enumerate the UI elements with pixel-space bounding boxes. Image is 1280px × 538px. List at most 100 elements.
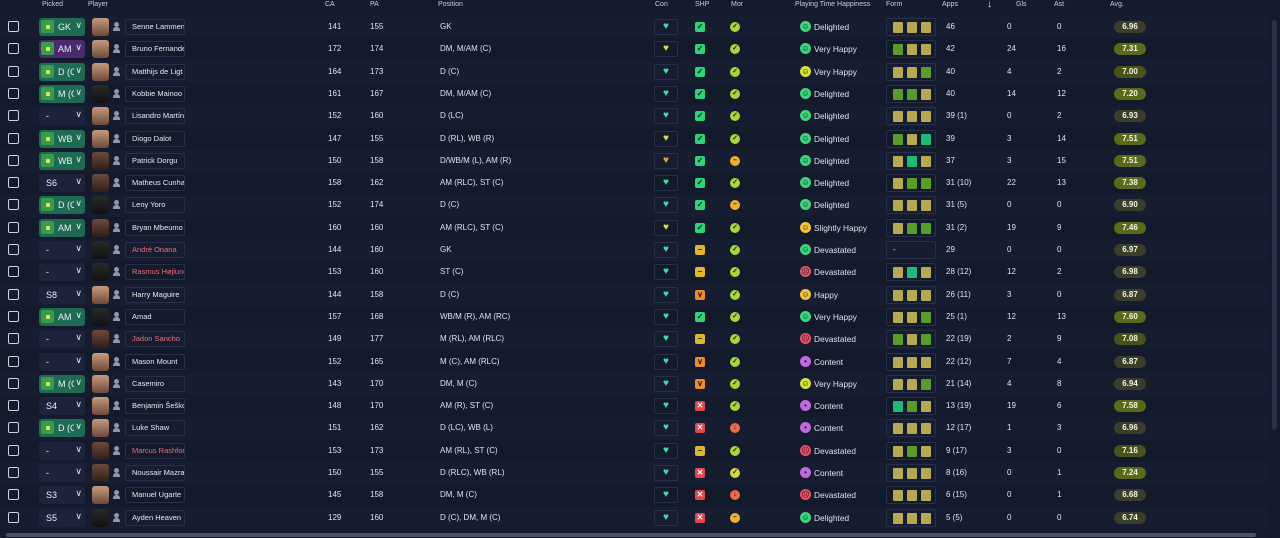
col-ast-header[interactable]: Ast [1054, 0, 1064, 9]
chevron-down-icon[interactable]: ∨ [75, 444, 82, 455]
player-name[interactable]: André Onana [125, 242, 185, 258]
table-row[interactable]: -∨Noussair Mazraoui150155D (RLC), WB (RL… [0, 462, 1268, 485]
player-name[interactable]: Marcus Rashford [125, 442, 185, 459]
table-row[interactable]: WB ∨ Patrick Dorgu 150 158 D/WB/M (L), AM (R)… [0, 149, 1268, 173]
row-checkbox[interactable] [8, 177, 19, 189]
chevron-down-icon[interactable]: ∨ [75, 265, 82, 276]
chevron-down-icon[interactable]: ∨ [75, 421, 82, 432]
row-checkbox[interactable] [8, 310, 19, 322]
col-player-header[interactable]: Player [88, 0, 108, 9]
row-checkbox[interactable] [8, 467, 19, 478]
chevron-down-icon[interactable]: ∨ [75, 87, 82, 98]
player-name[interactable]: Harry Maguire [125, 286, 185, 303]
chevron-down-icon[interactable]: ∨ [75, 511, 82, 522]
chevron-down-icon[interactable]: ∨ [75, 377, 82, 388]
table-row[interactable]: S6 ∨ Matheus Cunha 158 162 AM (RLC), ST (C) ♥ ✓… [0, 172, 1268, 195]
picked-position-dropdown[interactable]: AM ∨ [39, 40, 85, 59]
chevron-down-icon[interactable]: ∨ [75, 399, 82, 410]
row-checkbox[interactable] [8, 288, 19, 300]
picked-position-dropdown[interactable]: D (C)∨ [39, 419, 85, 438]
chevron-down-icon[interactable]: ∨ [75, 109, 82, 120]
table-row[interactable]: D (C)∨ Luke Shaw 151 162 D (LC), WB (L) ♥ ✕ ↓ •C… [0, 417, 1268, 440]
table-row[interactable]: S8 ∨ Harry Maguire 144 158 D (C) ♥ ∨ ✓ ☺ Happy 26 (… [0, 283, 1268, 306]
picked-position-dropdown[interactable]: AM ∨ [39, 218, 85, 237]
table-row[interactable]: AM ∨ Amad 157 168 WB/M (R), AM (RC) ♥ ✓ ✓ ☺ Very H… [0, 305, 1268, 329]
col-playing-time-header[interactable]: Playing Time Happiness [795, 0, 870, 9]
col-gls-header[interactable]: Gls [1016, 0, 1027, 9]
picked-position-dropdown[interactable]: - ∨ [39, 263, 85, 282]
player-name[interactable]: Mason Mount [125, 353, 185, 370]
player-name[interactable]: Benjamin Šeško [125, 398, 185, 415]
player-name[interactable]: Matthijs de Ligt [125, 63, 185, 80]
picked-position-dropdown[interactable]: - ∨ [39, 330, 85, 349]
chevron-down-icon[interactable]: ∨ [75, 198, 82, 209]
picked-position-dropdown[interactable]: S4 ∨ [39, 397, 85, 416]
player-name[interactable]: Luke Shaw [125, 420, 185, 437]
chevron-down-icon[interactable]: ∨ [75, 332, 82, 343]
table-row[interactable]: S3 ∨ Manuel Ugarte 145 158 DM, M (C) ♥ ✕ ↓ ☹ Devas… [0, 484, 1268, 507]
player-name[interactable]: Bryan Mbeumo [125, 219, 185, 236]
player-name[interactable]: Amad [125, 308, 185, 325]
table-row[interactable]: S5 ∨ Ayden Heaven 129 160 D (C), DM, M (C) ♥ ✕ –… [0, 506, 1268, 529]
row-checkbox[interactable] [8, 244, 19, 255]
chevron-down-icon[interactable]: ∨ [75, 466, 82, 477]
table-row[interactable]: - ∨ Rasmus Højlund 153 160 ST (C) ♥ – ✓ ☹ Devastat… [0, 261, 1268, 284]
chevron-down-icon[interactable]: ∨ [75, 154, 82, 165]
picked-position-dropdown[interactable]: S8 ∨ [39, 285, 85, 304]
vertical-scroll-thumb[interactable] [1272, 20, 1277, 430]
picked-position-dropdown[interactable]: - ∨ [39, 107, 85, 126]
player-name[interactable]: Jadon Sancho [125, 331, 185, 348]
chevron-down-icon[interactable]: ∨ [75, 288, 82, 299]
row-checkbox[interactable] [8, 21, 19, 32]
row-checkbox[interactable] [8, 199, 19, 211]
row-checkbox[interactable] [8, 489, 19, 501]
row-checkbox[interactable] [8, 444, 19, 456]
table-row[interactable]: - ∨ Mason Mount 152 165 M (C), AM (RLC) ♥ ∨ ✓ • Co… [0, 350, 1268, 373]
row-checkbox[interactable] [8, 355, 19, 367]
table-row[interactable]: AM ∨ Bryan Mbeumo 160 160 AM (RLC), ST (C) ♥ ✓ ✓… [0, 216, 1268, 239]
picked-position-dropdown[interactable]: M (C)∨ [39, 374, 85, 393]
picked-position-dropdown[interactable]: - ∨ [39, 464, 85, 482]
player-name[interactable]: Senne Lammens [125, 19, 185, 35]
table-row[interactable]: M (C)∨Casemiro143170DM, M (C)♥∨✓☺Very Ha… [0, 372, 1268, 396]
row-checkbox[interactable] [8, 400, 19, 412]
col-mor-header[interactable]: Mor [731, 0, 743, 9]
player-name[interactable]: Patrick Dorgu [125, 152, 185, 169]
sort-down-arrow-icon[interactable]: ↓ [987, 0, 992, 10]
picked-position-dropdown[interactable]: GK ∨ [39, 18, 85, 36]
picked-position-dropdown[interactable]: M (C)∨ [39, 84, 85, 103]
player-name[interactable]: Casemiro [125, 375, 185, 392]
picked-position-dropdown[interactable]: D (C)∨ [39, 196, 85, 215]
table-row[interactable]: M (C)∨ Kobbie Mainoo 161 167 DM, M/AM (C) ♥ ✓ ✓… [0, 82, 1268, 106]
table-row[interactable]: - ∨ Jadon Sancho 149 177 M (RL), AM (RLC) ♥ – ✓ ☹… [0, 328, 1268, 351]
chevron-down-icon[interactable]: ∨ [75, 65, 82, 76]
col-con-header[interactable]: Con [655, 0, 668, 9]
row-checkbox[interactable] [8, 266, 19, 278]
table-row[interactable]: - ∨ Marcus Rashford 153 173 AM (RL), ST (C) ♥ –… [0, 439, 1268, 462]
picked-position-dropdown[interactable]: WB ∨ [39, 129, 85, 148]
row-checkbox[interactable] [8, 377, 19, 389]
player-name[interactable]: Manuel Ugarte [125, 487, 185, 504]
col-pa-header[interactable]: PA [370, 0, 379, 9]
row-checkbox[interactable] [8, 110, 19, 122]
col-picked-header[interactable]: Picked [42, 0, 63, 9]
player-name[interactable]: Rasmus Højlund [125, 264, 185, 281]
table-row[interactable]: - ∨ André Onana 144 160 GK ♥ – ✓ ☺ Devastated -29 0 0… [0, 239, 1268, 262]
picked-position-dropdown[interactable]: D (C)∨ [39, 62, 85, 81]
picked-position-dropdown[interactable]: - ∨ [39, 441, 85, 460]
chevron-down-icon[interactable]: ∨ [75, 221, 82, 232]
vertical-scrollbar[interactable] [1269, 0, 1280, 538]
chevron-down-icon[interactable]: ∨ [75, 176, 82, 187]
picked-position-dropdown[interactable]: S3 ∨ [39, 486, 85, 505]
player-name[interactable]: Lisandro Martínez [125, 108, 185, 125]
table-row[interactable]: -∨Lisandro Martínez152160D (LC)♥✓✓☺Delig… [0, 105, 1268, 128]
picked-position-dropdown[interactable]: AM ∨ [39, 307, 85, 326]
player-name[interactable]: Matheus Cunha [125, 175, 185, 192]
col-position-header[interactable]: Position [438, 0, 463, 9]
player-name[interactable]: Kobbie Mainoo [125, 85, 185, 102]
col-apps-header[interactable]: Apps [942, 0, 958, 9]
row-checkbox[interactable] [8, 65, 19, 77]
row-checkbox[interactable] [8, 43, 19, 55]
picked-position-dropdown[interactable]: S5 ∨ [39, 508, 85, 527]
col-form-header[interactable]: Form [886, 0, 902, 9]
